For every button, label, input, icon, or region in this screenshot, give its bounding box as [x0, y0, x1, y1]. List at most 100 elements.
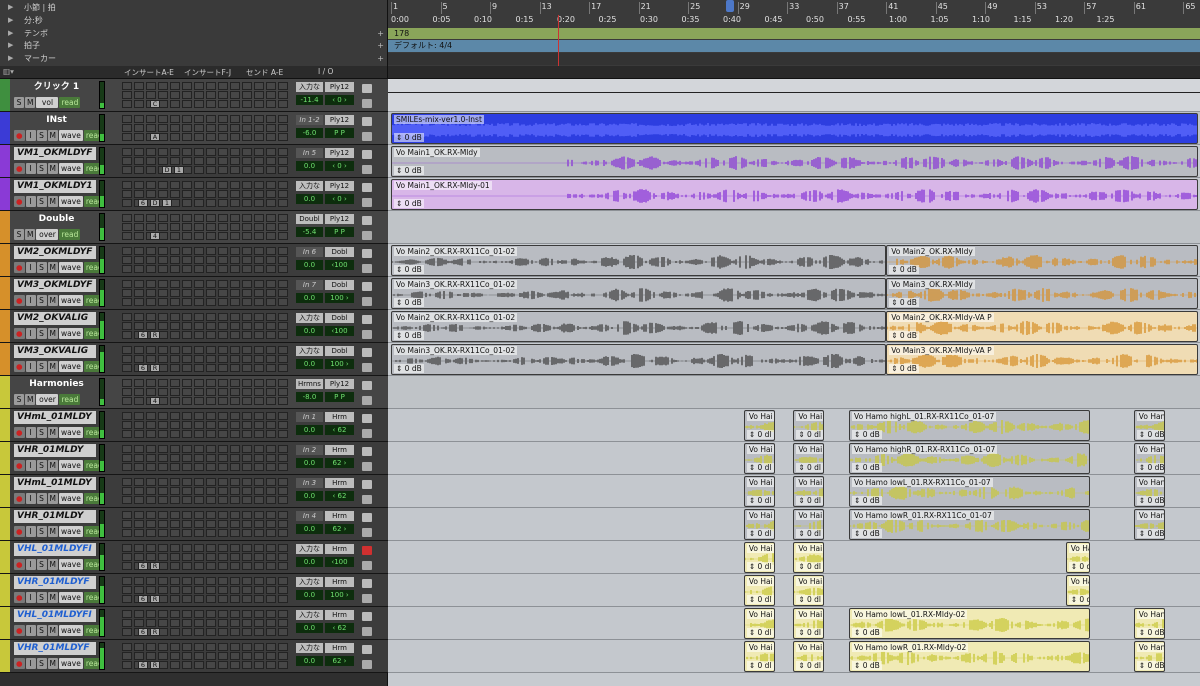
solo-button[interactable]: S: [36, 328, 47, 339]
insert-slot[interactable]: [158, 289, 168, 297]
track-name[interactable]: クリック 1: [14, 81, 96, 94]
audio-clip[interactable]: Vo Main1_OK.RX-Mldy ⇕ 0 dB: [391, 146, 1198, 177]
insert-slot[interactable]: [158, 619, 168, 627]
pan-readout[interactable]: ‹100: [325, 260, 354, 270]
insert-slot[interactable]: [170, 430, 180, 438]
insert-slot[interactable]: [206, 166, 216, 174]
insert-slot[interactable]: [230, 298, 240, 306]
audio-clip[interactable]: Vo Hamo lowL_01.RX-RX11Co_01-07 ⇕ 0 dB: [849, 476, 1091, 507]
insert-slot[interactable]: [242, 577, 252, 585]
clip-gain[interactable]: ⇕ 0 dl: [796, 496, 824, 505]
insert-slot[interactable]: [158, 577, 168, 585]
col-insert-ae[interactable]: インサートA-E: [124, 67, 174, 78]
insert-slot[interactable]: [218, 421, 228, 429]
insert-slot[interactable]: [254, 586, 264, 594]
insert-slot[interactable]: [182, 247, 192, 255]
insert-slot[interactable]: [146, 190, 156, 198]
insert-slot[interactable]: [122, 520, 132, 528]
insert-slot[interactable]: [206, 247, 216, 255]
insert-slot[interactable]: [206, 181, 216, 189]
audio-clip[interactable]: Vo Hai ⇕ 0 dl: [793, 608, 825, 639]
track-name[interactable]: VHR_01MLDY: [14, 444, 96, 457]
insert-slot[interactable]: [278, 100, 288, 108]
insert-slot[interactable]: [230, 478, 240, 486]
playlist-icon[interactable]: [362, 297, 372, 306]
insert-slot[interactable]: [206, 397, 216, 405]
insert-slot[interactable]: [194, 91, 204, 99]
insert-slot[interactable]: [278, 247, 288, 255]
insert-slot[interactable]: [122, 586, 132, 594]
insert-slot[interactable]: [170, 628, 180, 636]
insert-slot[interactable]: [146, 181, 156, 189]
insert-slot[interactable]: [170, 214, 180, 222]
insert-slot[interactable]: [170, 379, 180, 387]
insert-slot[interactable]: [122, 610, 132, 618]
insert-slot[interactable]: [218, 223, 228, 231]
insert-slot[interactable]: [278, 412, 288, 420]
insert-slot[interactable]: [278, 355, 288, 363]
insert-slot[interactable]: [254, 595, 264, 603]
insert-slot[interactable]: [218, 610, 228, 618]
insert-slot[interactable]: [170, 148, 180, 156]
clip-gain[interactable]: ⇕ 0 dl: [746, 595, 774, 604]
clip-gain[interactable]: ⇕ 0 dl: [1068, 562, 1090, 571]
insert-slot[interactable]: [254, 610, 264, 618]
insert-slot[interactable]: [206, 496, 216, 504]
insert-slot[interactable]: [266, 214, 276, 222]
insert-slot[interactable]: [134, 478, 144, 486]
audio-clip[interactable]: Vo Hai ⇕ 0 dl: [743, 542, 775, 573]
output-selector[interactable]: Ply12: [325, 148, 354, 158]
insert-slot[interactable]: [230, 496, 240, 504]
record-enable-button[interactable]: ●: [14, 526, 25, 537]
insert-slot[interactable]: [146, 412, 156, 420]
insert-slot[interactable]: [218, 247, 228, 255]
mute-button[interactable]: M: [47, 592, 59, 603]
insert-slot-filled[interactable]: R: [150, 562, 160, 570]
audio-clip[interactable]: Vo Han ⇕ 0 dB: [1133, 608, 1165, 639]
insert-slot[interactable]: [230, 280, 240, 288]
insert-slot[interactable]: [218, 388, 228, 396]
insert-slot[interactable]: [254, 265, 264, 273]
insert-slot[interactable]: [194, 190, 204, 198]
insert-slot[interactable]: [170, 388, 180, 396]
insert-slot[interactable]: [242, 124, 252, 132]
insert-slot[interactable]: [182, 487, 192, 495]
insert-slot[interactable]: [134, 496, 144, 504]
input-selector[interactable]: In 1: [296, 412, 323, 422]
playlist-icon[interactable]: [362, 594, 372, 603]
volume-readout[interactable]: -6.0: [296, 128, 323, 138]
insert-slot[interactable]: [266, 181, 276, 189]
insert-slot[interactable]: [254, 478, 264, 486]
insert-slot[interactable]: [254, 247, 264, 255]
insert-slot[interactable]: [182, 643, 192, 651]
audio-clip[interactable]: Vo Hai ⇕ 0 dl: [793, 476, 825, 507]
audio-clip[interactable]: Vo Han ⇕ 0 dB: [1133, 476, 1165, 507]
insert-slot[interactable]: [266, 247, 276, 255]
insert-slot[interactable]: [218, 181, 228, 189]
insert-slot[interactable]: [146, 610, 156, 618]
insert-slot[interactable]: [146, 148, 156, 156]
insert-slot[interactable]: [278, 157, 288, 165]
expand-triangle-icon[interactable]: ▶: [8, 53, 13, 64]
insert-slot[interactable]: [266, 223, 276, 231]
insert-slot[interactable]: [182, 115, 192, 123]
insert-slot[interactable]: [206, 148, 216, 156]
audio-clip[interactable]: Vo Hai ⇕ 0 dl: [793, 575, 825, 606]
record-enable-button[interactable]: ●: [14, 625, 25, 636]
insert-slot[interactable]: [278, 511, 288, 519]
audio-clip[interactable]: Vo Hai ⇕ 0 dl: [743, 575, 775, 606]
insert-slot[interactable]: [230, 214, 240, 222]
insert-slot[interactable]: [194, 313, 204, 321]
insert-slot[interactable]: [266, 280, 276, 288]
insert-slot[interactable]: [182, 157, 192, 165]
record-enable-button[interactable]: ●: [14, 493, 25, 504]
insert-slot[interactable]: [254, 661, 264, 669]
insert-slot[interactable]: [182, 553, 192, 561]
insert-slot[interactable]: [218, 463, 228, 471]
insert-slot[interactable]: [254, 544, 264, 552]
record-enable-button[interactable]: ●: [14, 658, 25, 669]
insert-slot[interactable]: [254, 148, 264, 156]
audio-clip[interactable]: Vo Hai ⇕ 0 dl: [793, 410, 825, 441]
insert-slot[interactable]: [242, 115, 252, 123]
insert-slot[interactable]: [266, 256, 276, 264]
